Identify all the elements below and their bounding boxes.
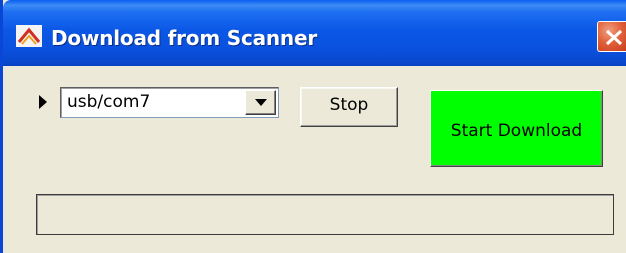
- close-icon: [605, 29, 623, 46]
- title-bar[interactable]: Download from Scanner: [3, 0, 626, 66]
- window-title: Download from Scanner: [51, 26, 317, 50]
- port-select[interactable]: usb/com7: [60, 87, 279, 118]
- close-button[interactable]: [597, 21, 626, 52]
- dropdown-button[interactable]: [245, 90, 276, 115]
- port-select-value: usb/com7: [67, 92, 151, 112]
- start-download-button[interactable]: Start Download: [430, 90, 603, 167]
- chevron-down-icon: [255, 99, 267, 106]
- download-window: Download from Scanner usb/com7 Stop Star…: [0, 0, 626, 253]
- stop-button[interactable]: Stop: [300, 87, 398, 127]
- progress-bar: [36, 194, 614, 235]
- scanner-app-icon: [16, 25, 42, 47]
- triangle-right-icon: [39, 95, 47, 109]
